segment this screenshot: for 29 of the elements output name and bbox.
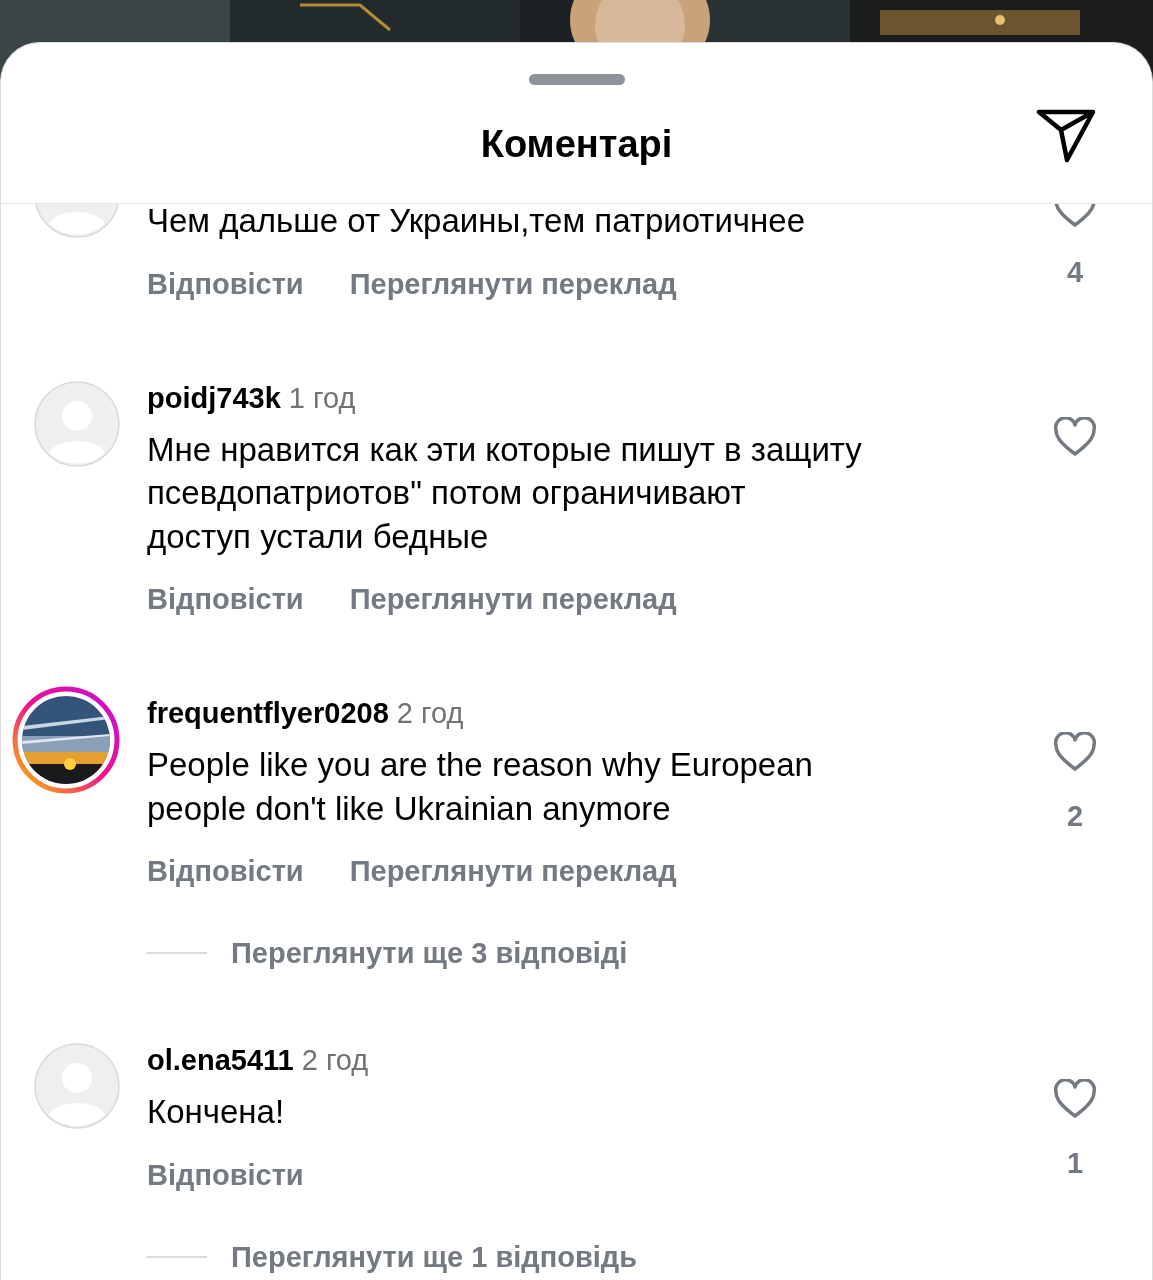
- avatar-icon: [34, 1043, 120, 1129]
- username[interactable]: ol.ena5411: [147, 1042, 294, 1078]
- comment-text: People like you are the reason why European people don't like Ukrainian anymore: [147, 745, 814, 829]
- comment-text: Кончена!: [147, 1092, 286, 1132]
- translation-link[interactable]: Переглянути переклад: [349, 265, 677, 302]
- reply-button[interactable]: Відповісти: [147, 1156, 304, 1193]
- translation-link[interactable]: Переглянути переклад: [349, 581, 677, 617]
- like-count: 1: [1066, 1146, 1084, 1181]
- reply-button[interactable]: Відповісти: [147, 853, 304, 889]
- username[interactable]: poidj743k: [147, 379, 281, 416]
- comment-text: Мне нравится как эти которые пишут в защиту псевдопатриотов" потом ограничивают доступ устали бедные: [147, 429, 863, 557]
- username[interactable]: frequentflyer0208: [147, 695, 389, 731]
- comment-time: 2 год: [301, 1043, 369, 1078]
- reply-button[interactable]: Відповісти: [147, 581, 304, 617]
- comment-text: Чем дальше от Украины,тем патриотичнее: [147, 204, 806, 241]
- like-count: 2: [1066, 799, 1084, 834]
- heart-icon[interactable]: [1052, 730, 1098, 774]
- heart-icon[interactable]: [1052, 1077, 1098, 1121]
- comment-time: 2 год: [396, 696, 464, 731]
- avatar-icon: [34, 380, 120, 467]
- view-replies-link[interactable]: Переглянути ще 1 відповідь: [231, 1238, 638, 1275]
- reply-button[interactable]: Відповісти: [147, 265, 304, 302]
- like-count: 4: [1066, 255, 1084, 290]
- view-replies-link[interactable]: Переглянути ще 3 відповіді: [231, 935, 628, 971]
- heart-icon[interactable]: [1052, 414, 1098, 459]
- drag-handle[interactable]: [528, 74, 625, 85]
- comment-time: 1 год: [288, 380, 356, 416]
- translation-link[interactable]: Переглянути переклад: [349, 853, 677, 889]
- sheet-title: Коментарі: [480, 122, 673, 166]
